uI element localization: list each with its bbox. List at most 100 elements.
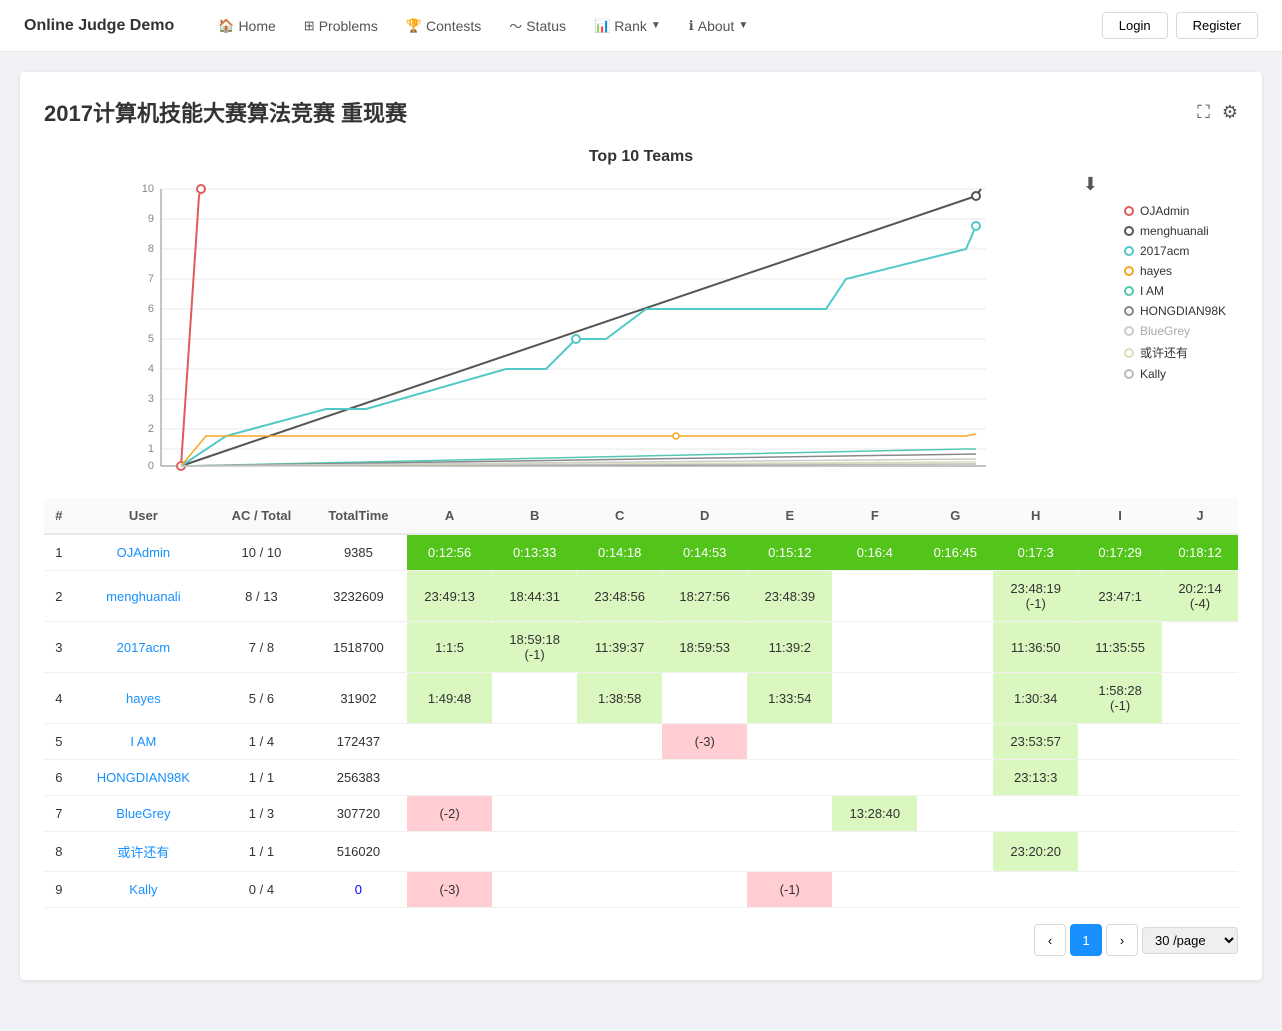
- login-button[interactable]: Login: [1102, 12, 1168, 39]
- nav-actions: Login Register: [1102, 12, 1258, 39]
- legend-menghuanali: menghuanali: [1124, 224, 1238, 238]
- nav-status[interactable]: 〜 Status: [497, 10, 578, 41]
- cell-prob-E: 0:15:12: [747, 534, 832, 571]
- next-page-button[interactable]: ›: [1106, 924, 1138, 956]
- cell-prob-A: 1:1:5: [407, 622, 492, 673]
- contest-header: 2017计算机技能大赛算法竞赛 重现赛 ⛶ ⚙: [44, 96, 1238, 128]
- chart-area: 10 9 8 7 6 5 4 3 2 1 0: [44, 174, 1108, 474]
- cell-time: 1518700: [310, 622, 407, 673]
- cell-user[interactable]: I AM: [74, 724, 213, 760]
- cell-prob-C: [577, 796, 662, 832]
- prev-page-button[interactable]: ‹: [1034, 924, 1066, 956]
- cell-user[interactable]: Kally: [74, 872, 213, 908]
- cell-user[interactable]: hayes: [74, 673, 213, 724]
- cell-prob-F: [832, 760, 917, 796]
- cell-user[interactable]: OJAdmin: [74, 534, 213, 571]
- cell-prob-F: [832, 872, 917, 908]
- col-totaltime: TotalTime: [310, 498, 407, 534]
- home-icon: 🏠: [218, 18, 234, 34]
- register-button[interactable]: Register: [1176, 12, 1258, 39]
- cell-prob-G: [917, 622, 993, 673]
- cell-ac: 5 / 6: [213, 673, 310, 724]
- nav-rank[interactable]: 📊 Rank ▼: [582, 12, 673, 40]
- cell-user[interactable]: 或许还有: [74, 832, 213, 872]
- cell-prob-A: 0:12:56: [407, 534, 492, 571]
- cell-prob-G: 0:16:45: [917, 534, 993, 571]
- legend-dot-ojadmin: [1124, 206, 1134, 216]
- nav-about[interactable]: ℹ About ▼: [677, 12, 760, 40]
- cell-prob-B: 18:44:31: [492, 571, 577, 622]
- cell-rank: 7: [44, 796, 74, 832]
- col-b: B: [492, 498, 577, 534]
- table-row: 6 HONGDIAN98K 1 / 1 256383 23:13:3: [44, 760, 1238, 796]
- download-icon[interactable]: ⬇: [1083, 174, 1098, 195]
- legend-2017acm: 2017acm: [1124, 244, 1238, 258]
- svg-text:7: 7: [148, 273, 154, 285]
- cell-prob-B: 0:13:33: [492, 534, 577, 571]
- cell-prob-J: [1162, 796, 1238, 832]
- fullscreen-icon[interactable]: ⛶: [1197, 102, 1210, 123]
- col-rank: #: [44, 498, 74, 534]
- col-a: A: [407, 498, 492, 534]
- cell-prob-C: 23:48:56: [577, 571, 662, 622]
- col-ac: AC / Total: [213, 498, 310, 534]
- nav-contests[interactable]: 🏆 Contests: [394, 12, 493, 40]
- cell-prob-I: [1078, 724, 1162, 760]
- legend-dot-iam: [1124, 286, 1134, 296]
- cell-time: 172437: [310, 724, 407, 760]
- page-size-select[interactable]: 30 /page 50 /page 100 /page: [1142, 927, 1238, 954]
- legend-dot-huoxu: [1124, 348, 1134, 358]
- chart-svg: 10 9 8 7 6 5 4 3 2 1 0: [44, 174, 1108, 474]
- cell-prob-I: [1078, 796, 1162, 832]
- cell-prob-E: 23:48:39: [747, 571, 832, 622]
- legend-label-huoxu: 或许还有: [1140, 344, 1188, 361]
- legend-label-iam: I AM: [1140, 284, 1164, 298]
- cell-prob-D: [662, 872, 747, 908]
- legend-dot-kally: [1124, 369, 1134, 379]
- cell-user[interactable]: HONGDIAN98K: [74, 760, 213, 796]
- cell-prob-A: [407, 832, 492, 872]
- page-1-button[interactable]: 1: [1070, 924, 1102, 956]
- cell-prob-E: 1:33:54: [747, 673, 832, 724]
- problems-icon: ⊞: [304, 18, 315, 34]
- table-row: 5 I AM 1 / 4 172437 (-3)23:53:57: [44, 724, 1238, 760]
- cell-prob-G: [917, 571, 993, 622]
- cell-prob-A: [407, 724, 492, 760]
- cell-time: 3232609: [310, 571, 407, 622]
- cell-rank: 1: [44, 534, 74, 571]
- cell-time: 0: [310, 872, 407, 908]
- cell-prob-J: [1162, 872, 1238, 908]
- cell-prob-E: [747, 724, 832, 760]
- cell-user[interactable]: 2017acm: [74, 622, 213, 673]
- svg-text:5: 5: [148, 333, 154, 345]
- nav-home-label: Home: [238, 18, 275, 34]
- col-h: H: [993, 498, 1078, 534]
- cell-prob-C: 11:39:37: [577, 622, 662, 673]
- rank-icon: 📊: [594, 18, 610, 34]
- cell-prob-D: [662, 796, 747, 832]
- chart-title: Top 10 Teams: [44, 148, 1238, 166]
- cell-prob-H: 23:20:20: [993, 832, 1078, 872]
- cell-prob-J: [1162, 724, 1238, 760]
- chart-legend: OJAdmin menghuanali 2017acm hayes: [1108, 174, 1238, 474]
- cell-user[interactable]: BlueGrey: [74, 796, 213, 832]
- cell-prob-E: 11:39:2: [747, 622, 832, 673]
- cell-user[interactable]: menghuanali: [74, 571, 213, 622]
- legend-dot-hayes: [1124, 266, 1134, 276]
- settings-icon[interactable]: ⚙: [1222, 102, 1238, 123]
- cell-prob-E: [747, 832, 832, 872]
- status-icon: 〜: [509, 16, 522, 35]
- nav-home[interactable]: 🏠 Home: [206, 12, 288, 40]
- cell-prob-H: 11:36:50: [993, 622, 1078, 673]
- cell-prob-G: [917, 796, 993, 832]
- cell-ac: 1 / 3: [213, 796, 310, 832]
- cell-prob-C: [577, 872, 662, 908]
- cell-ac: 1 / 1: [213, 760, 310, 796]
- legend-label-menghuanali: menghuanali: [1140, 224, 1209, 238]
- cell-prob-A: (-3): [407, 872, 492, 908]
- nav-problems[interactable]: ⊞ Problems: [292, 12, 390, 40]
- cell-prob-E: [747, 760, 832, 796]
- cell-prob-F: [832, 622, 917, 673]
- cell-prob-A: [407, 760, 492, 796]
- legend-iam: I AM: [1124, 284, 1238, 298]
